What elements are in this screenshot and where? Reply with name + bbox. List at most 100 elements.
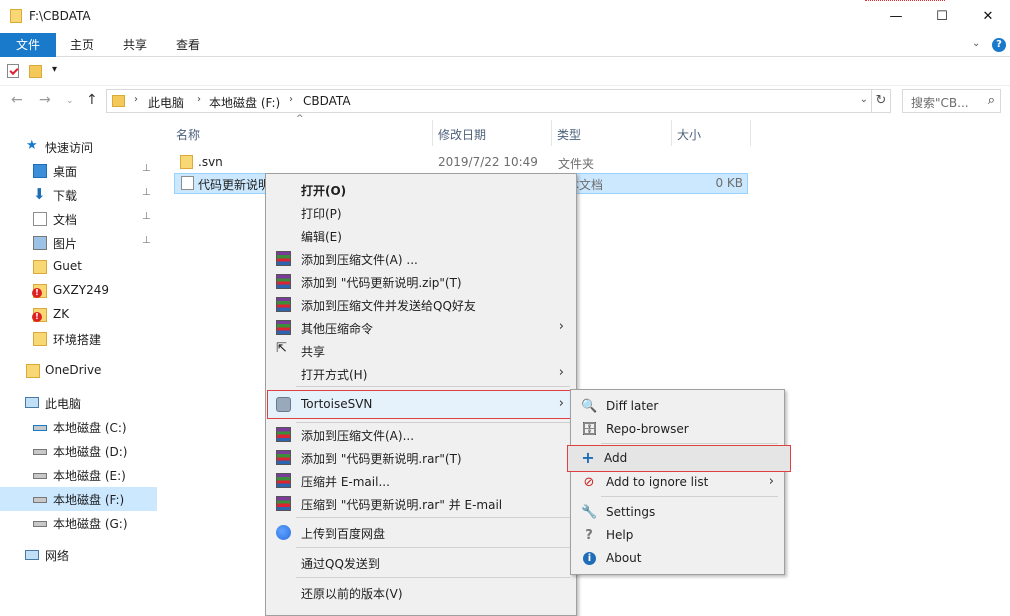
quick-access-toolbar: ▾ bbox=[0, 58, 1010, 86]
menu-item-share[interactable]: ⇱ 共享 bbox=[268, 339, 574, 362]
sidebar-item-label: OneDrive bbox=[45, 363, 102, 377]
menu-label: 还原以前的版本(V) bbox=[301, 587, 403, 601]
menu-item-open-with[interactable]: 打开方式(H) › bbox=[268, 362, 574, 385]
sidebar-item-label: 此电脑 bbox=[45, 397, 82, 411]
sidebar-item-zk[interactable]: ! ZK bbox=[0, 303, 157, 327]
menu-item-baidu-upload[interactable]: 上传到百度网盘 bbox=[268, 521, 574, 544]
sidebar-item-thispc[interactable]: 此电脑 bbox=[0, 391, 157, 415]
breadcrumb-folder[interactable]: CBDATA bbox=[303, 94, 351, 108]
sidebar-item-desktop[interactable]: 桌面 ⊥ bbox=[0, 159, 157, 183]
sidebar-item-drive-d[interactable]: 本地磁盘 (D:) bbox=[0, 439, 157, 463]
menu-label: Settings bbox=[606, 505, 656, 519]
sidebar-item-gxzy249[interactable]: ! GXZY249 bbox=[0, 279, 157, 303]
file-row[interactable]: .svn 2019/7/22 10:49 文件夹 bbox=[174, 152, 748, 173]
forward-button[interactable]: → bbox=[39, 92, 51, 108]
search-icon[interactable]: ⌕ bbox=[988, 93, 995, 108]
properties-icon[interactable] bbox=[7, 64, 19, 78]
recent-locations-button[interactable]: ⌄ bbox=[66, 96, 74, 106]
menu-item-add-zip[interactable]: 添加到 "代码更新说明.zip"(T) bbox=[268, 270, 574, 293]
document-icon bbox=[33, 212, 47, 226]
menu-item-open[interactable]: 打开(O) bbox=[268, 178, 574, 201]
tab-view[interactable]: 查看 bbox=[172, 33, 204, 57]
menu-item-add-ignore[interactable]: ⊘ Add to ignore list › bbox=[573, 471, 782, 494]
column-divider[interactable] bbox=[750, 120, 751, 146]
menu-item-rar-named-email[interactable]: 压缩到 "代码更新说明.rar" 并 E-mail bbox=[268, 492, 574, 515]
sidebar-item-drive-e[interactable]: 本地磁盘 (E:) bbox=[0, 463, 157, 487]
menu-separator bbox=[296, 386, 570, 387]
expand-ribbon-icon[interactable]: ⌄ bbox=[972, 38, 980, 49]
close-button[interactable]: ✕ bbox=[965, 0, 1010, 33]
back-button[interactable]: ← bbox=[11, 92, 23, 108]
menu-item-restore[interactable]: 还原以前的版本(V) bbox=[268, 581, 574, 604]
tab-home[interactable]: 主页 bbox=[66, 33, 98, 57]
sidebar-item-drive-f[interactable]: 本地磁盘 (F:) bbox=[0, 487, 157, 511]
sidebar-item-pictures[interactable]: 图片 ⊥ bbox=[0, 231, 157, 255]
folder-icon bbox=[33, 332, 47, 346]
menu-item-rar-add-named[interactable]: 添加到 "代码更新说明.rar"(T) bbox=[268, 446, 574, 469]
sidebar-item-drive-c[interactable]: 本地磁盘 (C:) bbox=[0, 415, 157, 439]
computer-icon bbox=[25, 397, 39, 408]
menu-item-add-archive[interactable]: 添加到压缩文件(A) ... bbox=[268, 247, 574, 270]
menu-item-diff-later[interactable]: 🔍 Diff later bbox=[573, 395, 782, 418]
tab-share[interactable]: 共享 bbox=[119, 33, 151, 57]
sidebar-item-label: 本地磁盘 (C:) bbox=[53, 421, 127, 435]
drive-icon bbox=[33, 425, 47, 431]
menu-item-qq-send[interactable]: 通过QQ发送到 bbox=[268, 551, 574, 574]
menu-item-print[interactable]: 打印(P) bbox=[268, 201, 574, 224]
menu-item-add-send-qq[interactable]: 添加到压缩文件并发送给QQ好友 bbox=[268, 293, 574, 316]
sidebar-item-label: 本地磁盘 (F:) bbox=[53, 493, 125, 507]
help-icon: ? bbox=[585, 528, 593, 543]
sidebar-item-quick-access[interactable]: ★ 快速访问 bbox=[0, 135, 157, 159]
sidebar-item-env[interactable]: 环境搭建 bbox=[0, 327, 157, 351]
sidebar-item-label: 网络 bbox=[45, 549, 70, 563]
winrar-icon bbox=[276, 450, 291, 465]
menu-item-settings[interactable]: 🔧 Settings bbox=[573, 501, 782, 524]
menu-item-repo-browser[interactable]: 🗄 Repo-browser bbox=[573, 418, 782, 441]
menu-item-edit[interactable]: 编辑(E) bbox=[268, 224, 574, 247]
chevron-down-icon[interactable]: ⌄ bbox=[860, 94, 868, 105]
sidebar-item-downloads[interactable]: ⬇ 下载 ⊥ bbox=[0, 183, 157, 207]
address-bar[interactable]: › 此电脑 › 本地磁盘 (F:) › CBDATA ⌄ bbox=[106, 89, 872, 113]
new-folder-icon[interactable] bbox=[29, 65, 42, 78]
column-label: 类型 bbox=[557, 128, 582, 142]
menu-label: 打开方式(H) bbox=[301, 368, 368, 382]
sidebar-item-guet[interactable]: Guet bbox=[0, 255, 157, 279]
winrar-icon bbox=[276, 297, 291, 312]
sidebar-item-label: 图片 bbox=[53, 237, 78, 251]
menu-label: Diff later bbox=[606, 399, 659, 413]
chevron-right-icon[interactable]: › bbox=[134, 94, 138, 105]
column-header-modified[interactable]: 修改日期 bbox=[432, 120, 552, 146]
sidebar-item-documents[interactable]: 文档 ⊥ bbox=[0, 207, 157, 231]
chevron-right-icon[interactable]: › bbox=[289, 94, 293, 105]
breadcrumb-thispc[interactable]: 此电脑 bbox=[148, 94, 184, 111]
column-header-type[interactable]: 类型 bbox=[551, 120, 671, 146]
menu-item-add[interactable]: + Add bbox=[567, 445, 791, 472]
sidebar-item-network[interactable]: 网络 bbox=[0, 543, 157, 567]
menu-item-rar-email[interactable]: 压缩并 E-mail... bbox=[268, 469, 574, 492]
customize-toolbar-icon[interactable]: ▾ bbox=[52, 64, 57, 75]
menu-item-about[interactable]: i About bbox=[573, 547, 782, 570]
sidebar-item-drive-g[interactable]: 本地磁盘 (G:) bbox=[0, 511, 157, 535]
tab-file[interactable]: 文件 bbox=[0, 33, 56, 57]
context-menu: 打开(O) 打印(P) 编辑(E) 添加到压缩文件(A) ... 添加到 "代码… bbox=[265, 173, 577, 616]
breadcrumb-drive[interactable]: 本地磁盘 (F:) bbox=[209, 94, 280, 111]
menu-item-tortoisesvn[interactable]: TortoiseSVN › bbox=[267, 390, 575, 419]
column-header-size[interactable]: 大小 bbox=[671, 120, 751, 146]
menu-item-other-compress[interactable]: 其他压缩命令 › bbox=[268, 316, 574, 339]
menu-label: 添加到压缩文件(A) ... bbox=[301, 253, 418, 267]
help-icon[interactable]: ? bbox=[992, 38, 1006, 52]
menu-item-rar-add[interactable]: 添加到压缩文件(A)... bbox=[268, 423, 574, 446]
chevron-right-icon[interactable]: › bbox=[197, 94, 201, 105]
refresh-button[interactable]: ↻ bbox=[872, 89, 891, 113]
column-header-name[interactable]: 名称 bbox=[170, 120, 432, 146]
sidebar-item-onedrive[interactable]: OneDrive bbox=[0, 359, 157, 383]
minimize-button[interactable]: — bbox=[873, 0, 919, 33]
maximize-button[interactable]: ☐ bbox=[919, 0, 965, 33]
up-button[interactable]: ↑ bbox=[86, 92, 98, 108]
menu-item-help[interactable]: ? Help bbox=[573, 524, 782, 547]
window-title: F:\CBDATA bbox=[29, 9, 91, 23]
search-input[interactable]: 搜索"CB... ⌕ bbox=[902, 89, 1001, 113]
info-icon: i bbox=[583, 552, 596, 565]
chevron-right-icon: › bbox=[558, 365, 564, 380]
chevron-right-icon: › bbox=[558, 396, 564, 411]
